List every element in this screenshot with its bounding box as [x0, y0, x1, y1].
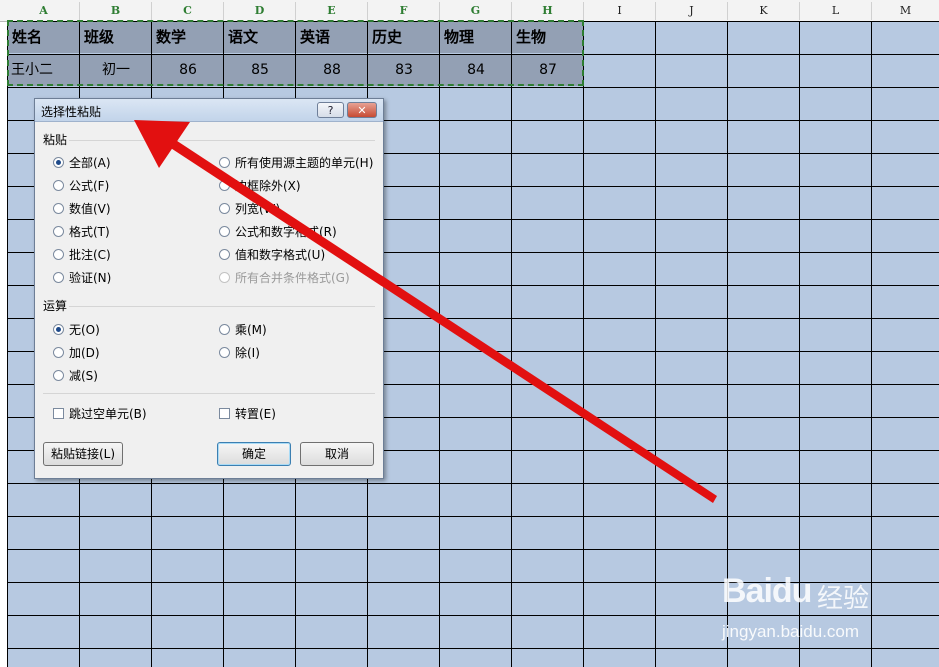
grid-column-line — [511, 21, 512, 667]
radio-icon[interactable] — [219, 157, 230, 168]
grid-row-line — [8, 549, 939, 550]
radio-icon[interactable] — [219, 203, 230, 214]
radio-icon[interactable] — [53, 157, 64, 168]
column-header-L[interactable]: L — [800, 2, 872, 20]
radio-icon[interactable] — [53, 249, 64, 260]
radio-icon[interactable] — [53, 370, 64, 381]
column-header-G[interactable]: G — [440, 2, 512, 20]
copy-selection-marquee — [7, 20, 584, 86]
grid-column-line — [871, 21, 872, 667]
watermark-logo-cn: 经验 — [817, 584, 870, 614]
dialog-title-bar[interactable]: 选择性粘贴 ? ✕ — [35, 99, 383, 122]
radio-icon — [219, 272, 230, 283]
column-header-E[interactable]: E — [296, 2, 368, 20]
checkbox-icon[interactable] — [219, 408, 230, 419]
grid-column-line — [7, 21, 8, 667]
radio-icon[interactable] — [219, 249, 230, 260]
dialog-title: 选择性粘贴 — [41, 105, 102, 119]
radio-icon[interactable] — [53, 272, 64, 283]
watermark-logo: Baidu — [722, 572, 812, 610]
grid-row-line — [8, 87, 939, 88]
column-header-H[interactable]: H — [512, 2, 584, 20]
watermark-url: jingyan.baidu.com — [722, 622, 860, 641]
column-header-M[interactable]: M — [872, 2, 939, 20]
grid-row-line — [8, 483, 939, 484]
column-header-F[interactable]: F — [368, 2, 440, 20]
radio-icon[interactable] — [53, 347, 64, 358]
column-header-K[interactable]: K — [728, 2, 800, 20]
grid-column-line — [439, 21, 440, 667]
column-header-I[interactable]: I — [584, 2, 656, 20]
radio-icon[interactable] — [53, 180, 64, 191]
radio-icon[interactable] — [53, 203, 64, 214]
cancel-button[interactable]: 取消 — [300, 442, 374, 466]
column-header-A[interactable]: A — [8, 2, 80, 20]
grid-column-line — [655, 21, 656, 667]
radio-icon[interactable] — [219, 180, 230, 191]
ok-button[interactable]: 确定 — [217, 442, 291, 466]
radio-icon[interactable] — [53, 226, 64, 237]
grid-column-line — [799, 21, 800, 667]
radio-icon[interactable] — [219, 226, 230, 237]
close-button[interactable]: ✕ — [347, 102, 377, 118]
paste-special-dialog: 选择性粘贴 ? ✕ 粘贴 全部(A) 公式(F) 数值(V) 格式(T) 批注(… — [34, 98, 384, 479]
column-header-D[interactable]: D — [224, 2, 296, 20]
options-divider — [43, 393, 375, 394]
help-button[interactable]: ? — [317, 102, 344, 118]
paste-group-label: 粘贴 — [43, 133, 68, 147]
radio-icon[interactable] — [53, 324, 64, 335]
grid-column-line — [583, 21, 584, 667]
paste-group-divider — [69, 140, 375, 141]
column-header-C[interactable]: C — [152, 2, 224, 20]
column-header-B[interactable]: B — [80, 2, 152, 20]
radio-icon[interactable] — [219, 347, 230, 358]
column-header-J[interactable]: J — [656, 2, 728, 20]
grid-column-line — [727, 21, 728, 667]
checkbox-icon[interactable] — [53, 408, 64, 419]
operation-group-label: 运算 — [43, 299, 68, 313]
baidu-jingyan-watermark: Baidu 经验 jingyan.baidu.com — [722, 572, 922, 652]
radio-icon[interactable] — [219, 324, 230, 335]
grid-row-line — [8, 516, 939, 517]
paste-link-button[interactable]: 粘贴链接(L) — [43, 442, 123, 466]
operation-group-divider — [69, 306, 375, 307]
